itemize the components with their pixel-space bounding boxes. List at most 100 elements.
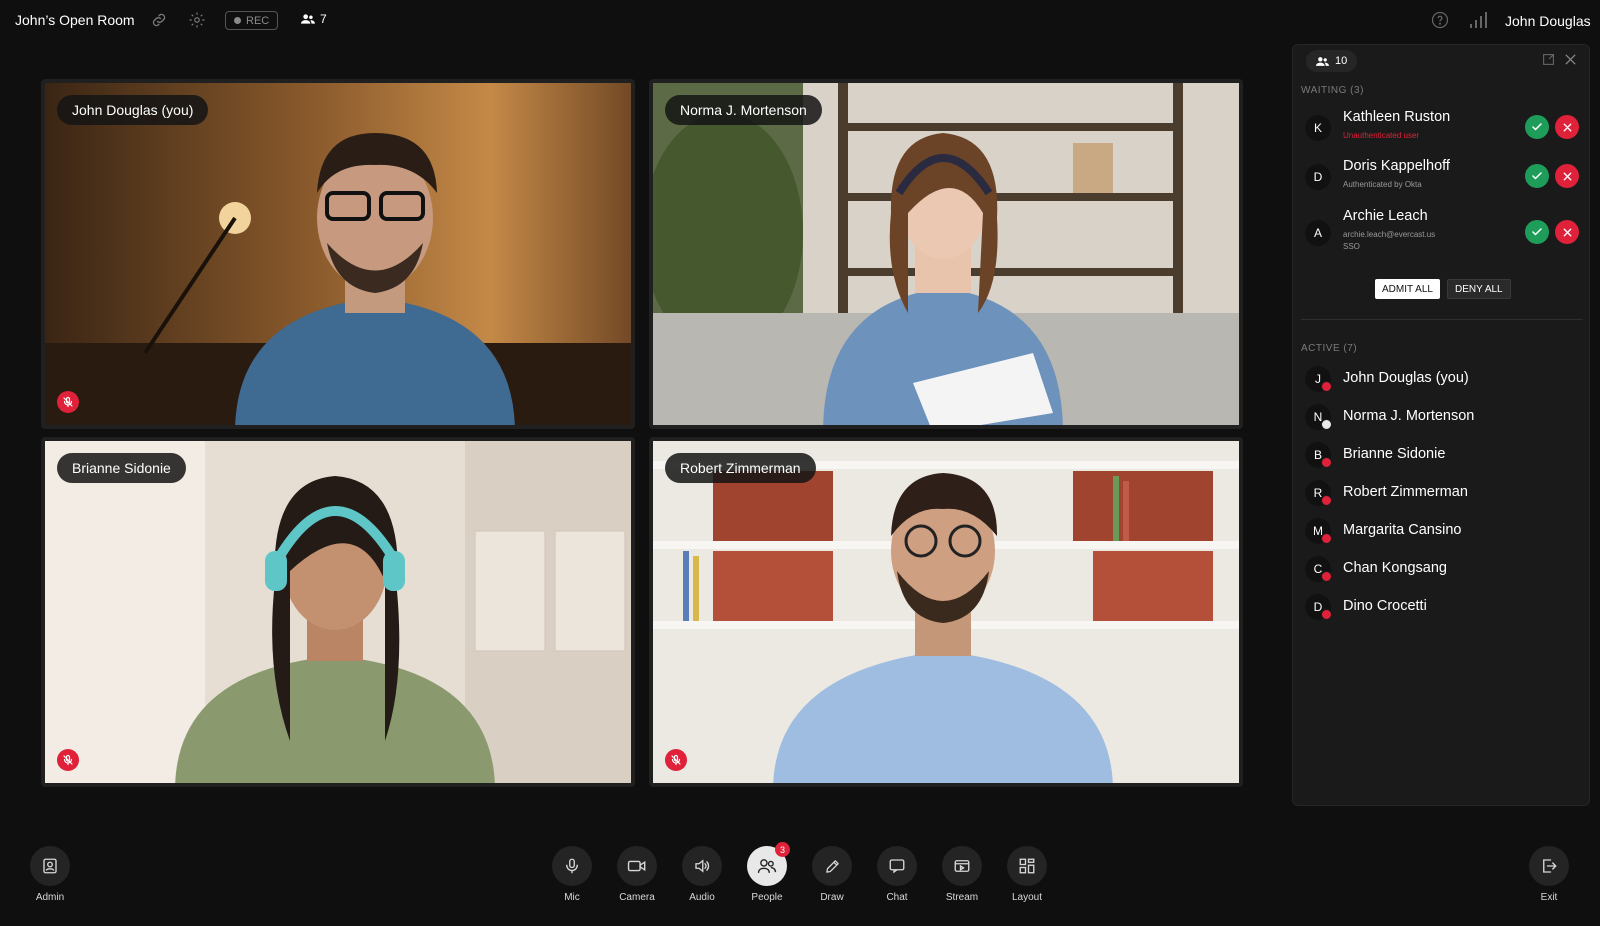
admit-button[interactable] [1525, 164, 1549, 188]
participant-name: Brianne Sidonie [1343, 446, 1446, 462]
pencil-icon [812, 846, 852, 886]
waiting-section-label: WAITING (3) [1301, 85, 1364, 96]
waiting-email: archie.leach@evercast.us [1343, 230, 1436, 239]
participant-count-value: 7 [320, 12, 327, 26]
popout-icon[interactable] [1542, 53, 1555, 66]
avatar: A [1305, 220, 1331, 246]
admit-button[interactable] [1525, 115, 1549, 139]
admin-icon [30, 846, 70, 886]
record-label: REC [246, 14, 270, 27]
active-participant[interactable]: R Robert Zimmerman [1305, 479, 1575, 507]
mic-muted-icon [57, 749, 79, 771]
deny-button[interactable] [1555, 115, 1579, 139]
avatar: D [1305, 164, 1331, 190]
people-icon [1316, 56, 1329, 67]
deny-all-button[interactable]: DENY ALL [1447, 279, 1511, 299]
room-title: John’s Open Room [15, 12, 135, 28]
waiting-item: D Doris Kappelhoff Authenticated by Okta [1305, 158, 1581, 202]
video-tile-brianne[interactable]: Brianne Sidonie [41, 437, 635, 787]
mic-muted-icon [1321, 533, 1332, 544]
active-participant[interactable]: M Margarita Cansino [1305, 517, 1575, 545]
waiting-name: Archie Leach [1343, 208, 1428, 224]
stream-icon [942, 846, 982, 886]
exit-button[interactable]: Exit [1517, 846, 1581, 906]
participant-name: Chan Kongsang [1343, 560, 1447, 576]
participant-name-tag: Brianne Sidonie [57, 453, 186, 483]
waiting-auth-status: SSO [1343, 242, 1360, 251]
waiting-auth-status: Unauthenticated user [1343, 131, 1420, 140]
top-bar: John’s Open Room REC 7 John Douglas [0, 0, 1600, 40]
mic-button[interactable]: Mic [540, 846, 604, 906]
current-user-name[interactable]: John Douglas [1505, 13, 1591, 29]
active-participant[interactable]: D Dino Crocetti [1305, 593, 1575, 621]
mic-muted-icon [1321, 495, 1332, 506]
waiting-auth-status: Authenticated by Okta [1343, 180, 1422, 189]
link-icon[interactable] [150, 11, 168, 29]
participant-name: Dino Crocetti [1343, 598, 1427, 614]
mic-muted-icon [1321, 457, 1332, 468]
admit-button[interactable] [1525, 220, 1549, 244]
people-panel: 10 WAITING (3) K Kathleen Ruston Unauthe… [1292, 44, 1590, 806]
camera-button[interactable]: Camera [605, 846, 669, 906]
draw-label: Draw [820, 892, 844, 903]
people-icon [301, 13, 315, 25]
help-icon[interactable] [1431, 11, 1449, 29]
camera-label: Camera [619, 892, 655, 903]
participant-count[interactable]: 7 [301, 12, 327, 26]
video-feed [653, 83, 1239, 425]
speaker-icon [682, 846, 722, 886]
mic-icon [552, 846, 592, 886]
audio-button[interactable]: Audio [670, 846, 734, 906]
deny-button[interactable] [1555, 220, 1579, 244]
camera-icon [617, 846, 657, 886]
waiting-name: Doris Kappelhoff [1343, 158, 1450, 174]
mic-muted-icon [1321, 571, 1332, 582]
layout-button[interactable]: Layout [995, 846, 1059, 906]
signal-strength-icon [1469, 12, 1487, 28]
waiting-item: A Archie Leach archie.leach@evercast.us … [1305, 208, 1581, 264]
participant-name: John Douglas (you) [1343, 370, 1469, 386]
panel-count-value: 10 [1335, 55, 1348, 67]
admin-label: Admin [35, 892, 65, 903]
active-participant[interactable]: N Norma J. Mortenson [1305, 403, 1575, 431]
participant-name: Margarita Cansino [1343, 522, 1462, 538]
exit-label: Exit [1540, 892, 1558, 903]
video-tile-john[interactable]: John Douglas (you) [41, 79, 635, 429]
people-icon: 3 [747, 842, 790, 886]
mic-active-icon [1321, 419, 1332, 430]
record-dot-icon [234, 17, 241, 24]
video-feed [45, 441, 631, 783]
record-button[interactable]: REC [225, 11, 279, 30]
video-tile-norma[interactable]: Norma J. Mortenson [649, 79, 1243, 429]
mic-muted-icon [1321, 381, 1332, 392]
mic-muted-icon [57, 391, 79, 413]
participant-name-tag: Norma J. Mortenson [665, 95, 822, 125]
mic-muted-icon [1321, 609, 1332, 620]
exit-icon [1529, 846, 1569, 886]
waiting-name: Kathleen Ruston [1343, 109, 1451, 125]
stream-label: Stream [945, 892, 979, 903]
active-participant[interactable]: B Brianne Sidonie [1305, 441, 1575, 469]
chat-button[interactable]: Chat [865, 846, 929, 906]
participant-name: Norma J. Mortenson [1343, 408, 1475, 424]
admin-button[interactable]: Admin [18, 846, 82, 906]
people-label: People [751, 892, 783, 903]
admit-all-button[interactable]: ADMIT ALL [1375, 279, 1440, 299]
draw-button[interactable]: Draw [800, 846, 864, 906]
active-participant[interactable]: J John Douglas (you) [1305, 365, 1575, 393]
participant-name: Robert Zimmerman [1343, 484, 1468, 500]
settings-gear-icon[interactable] [188, 11, 206, 29]
audio-label: Audio [689, 892, 715, 903]
video-tile-robert[interactable]: Robert Zimmerman [649, 437, 1243, 787]
chat-label: Chat [886, 892, 908, 903]
layout-grid-icon [1007, 846, 1047, 886]
participant-name-tag: Robert Zimmerman [665, 453, 816, 483]
stream-button[interactable]: Stream [930, 846, 994, 906]
active-participant[interactable]: C Chan Kongsang [1305, 555, 1575, 583]
people-button[interactable]: 3 People [735, 842, 799, 906]
close-icon[interactable] [1564, 53, 1577, 66]
waiting-item: K Kathleen Ruston Unauthenticated user [1305, 109, 1581, 153]
deny-button[interactable] [1555, 164, 1579, 188]
participant-name-tag: John Douglas (you) [57, 95, 209, 125]
avatar: K [1305, 115, 1331, 141]
